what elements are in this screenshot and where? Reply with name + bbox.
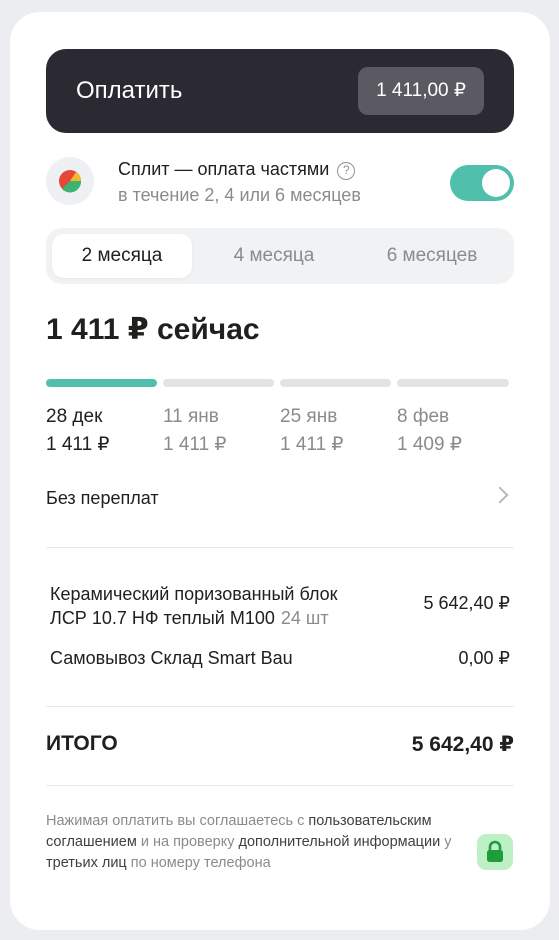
period-tabs: 2 месяца 4 месяца 6 месяцев: [46, 228, 514, 284]
schedule-progress-segment: [280, 379, 391, 387]
third-parties-link[interactable]: третьих лиц: [46, 855, 127, 871]
split-title: Сплит — оплата частями?: [118, 159, 356, 180]
divider: [46, 706, 514, 707]
chevron-right-icon: [491, 486, 509, 504]
lock-icon: [477, 834, 513, 870]
overpayment-row[interactable]: Без переплат: [46, 484, 514, 512]
schedule-date: 8 фев: [397, 406, 450, 427]
legal-text-part: и на проверку: [136, 834, 239, 850]
split-toggle[interactable]: [450, 165, 514, 201]
legal-text: Нажимая оплатить вы соглашаетесь с польз…: [46, 811, 476, 874]
total-value: 5 642,40 ₽: [411, 733, 514, 756]
item-quantity: 24 шт: [280, 608, 329, 628]
item-name-line1: Керамический поризованный блок: [50, 584, 338, 604]
schedule-progress-segment: [163, 379, 274, 387]
additional-info-link[interactable]: дополнительной информации: [239, 834, 441, 850]
pay-button-label: Оплатить: [76, 77, 183, 104]
pay-amount-badge: 1 411,00 ₽: [358, 67, 484, 115]
help-icon[interactable]: ?: [337, 162, 356, 180]
tab-4-months[interactable]: 4 месяца: [206, 234, 342, 278]
tab-6-months[interactable]: 6 месяцев: [362, 234, 502, 278]
split-title-text: Сплит — оплата частями: [118, 159, 330, 179]
toggle-knob: [482, 169, 510, 197]
item-price: 5 642,40 ₽: [423, 593, 510, 613]
tab-2-months[interactable]: 2 месяца: [52, 234, 192, 278]
schedule-amount: 1 409 ₽: [397, 434, 462, 455]
divider: [46, 547, 514, 548]
divider: [46, 785, 514, 786]
legal-text-part: у: [440, 834, 452, 850]
schedule-amount: 1 411 ₽: [163, 434, 227, 455]
split-subtitle: в течение 2, 4 или 6 месяцев: [118, 185, 361, 205]
legal-text-part: Нажимая оплатить вы соглашаетесь с: [46, 813, 309, 829]
schedule-date: 28 дек: [46, 406, 103, 427]
schedule-progress-segment: [397, 379, 509, 387]
pay-button[interactable]: Оплатить 1 411,00 ₽: [46, 49, 514, 133]
delivery-price: 0,00 ₽: [458, 648, 511, 668]
payment-card: Оплатить 1 411,00 ₽ Сплит — оплата частя…: [10, 12, 550, 930]
schedule-date: 11 янв: [163, 406, 219, 427]
split-option: Сплит — оплата частями? в течение 2, 4 и…: [46, 157, 514, 213]
overpayment-label: Без переплат: [46, 488, 159, 508]
now-amount: 1 411 ₽ сейчас: [46, 313, 260, 346]
item-name: Керамический поризованный блок ЛСР 10.7 …: [50, 582, 390, 630]
total-label: ИТОГО: [46, 732, 118, 755]
schedule-date: 25 янв: [280, 406, 338, 427]
schedule-amount: 1 411 ₽: [46, 434, 110, 455]
item-name-line2: ЛСР 10.7 НФ теплый М100: [50, 608, 275, 628]
split-logo-icon: [46, 157, 94, 205]
schedule-amount: 1 411 ₽: [280, 434, 344, 455]
schedule-progress-segment: [46, 379, 157, 387]
delivery-name: Самовывоз Склад Smart Bau: [50, 648, 293, 668]
legal-text-part: по номеру телефона: [126, 855, 271, 871]
